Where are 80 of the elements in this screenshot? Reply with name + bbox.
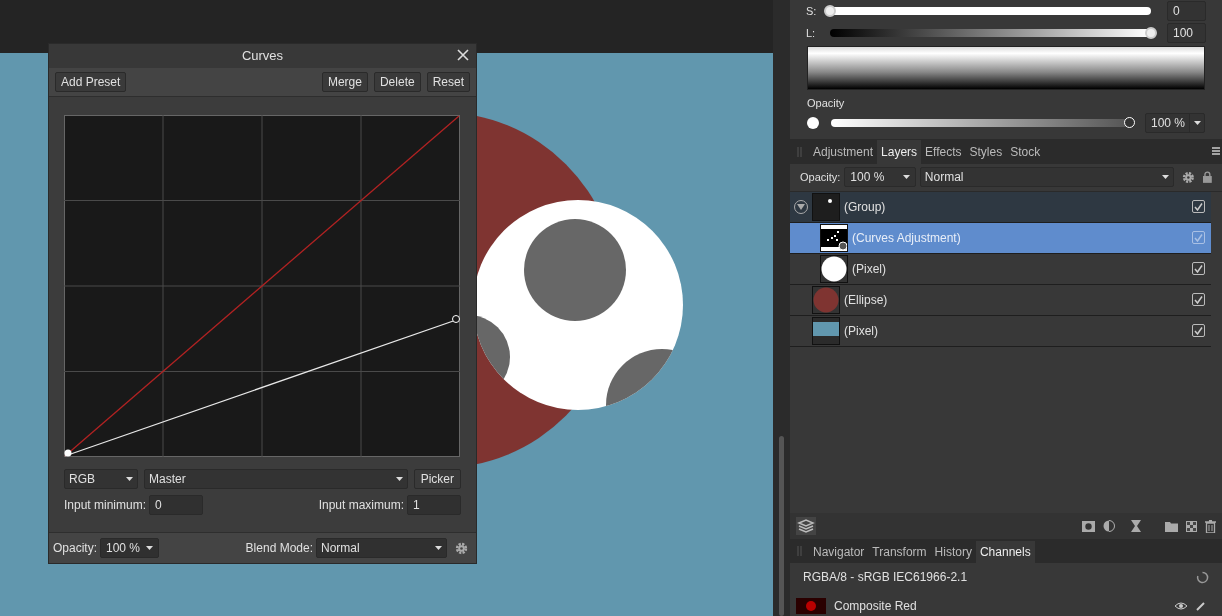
channel-dropdown[interactable]: Master <box>144 469 408 489</box>
layer-row[interactable]: (Group) <box>790 191 1211 223</box>
layer-name: (Pixel) <box>844 322 879 340</box>
input-minimum-label: Input minimum: <box>64 497 147 514</box>
channel-thumbnail <box>796 598 826 614</box>
layer-name: (Pixel) <box>852 260 887 278</box>
panel-tab[interactable]: Transform <box>868 541 931 563</box>
visibility-checkbox[interactable] <box>1192 231 1205 244</box>
visibility-checkbox[interactable] <box>1192 324 1205 337</box>
slider-label: L: <box>806 25 817 41</box>
visibility-checkbox[interactable] <box>1192 262 1205 275</box>
menu-icon[interactable] <box>1212 146 1220 155</box>
value-field[interactable]: 100 <box>1167 23 1206 43</box>
caret-icon <box>146 546 153 550</box>
layer-name: (Curves Adjustment) <box>852 229 962 247</box>
settings-icon[interactable] <box>455 541 468 555</box>
value-field[interactable]: 0 <box>1167 1 1206 21</box>
channel-mode-dropdown[interactable]: RGB <box>64 469 138 489</box>
panel-tab[interactable]: Layers <box>877 139 922 164</box>
color-format-text: RGBA/8 - sRGB IEC61966-2.1 <box>803 569 968 586</box>
layer-row[interactable]: (Ellipse) <box>790 284 1211 316</box>
picker-button[interactable]: Picker <box>413 469 461 489</box>
dialog-title: Curves <box>241 47 284 66</box>
folder-icon[interactable] <box>1165 520 1178 532</box>
panel-tab[interactable]: Navigator <box>809 541 869 563</box>
input-maximum-field[interactable]: 1 <box>407 495 461 515</box>
opacity-label: Opacity <box>807 96 846 111</box>
trash-icon[interactable] <box>1205 519 1216 533</box>
caret-icon <box>435 546 442 550</box>
layer-name: (Ellipse) <box>844 291 889 309</box>
caret-icon <box>902 175 910 179</box>
caret-icon <box>1193 120 1201 125</box>
opacity-dropdown[interactable]: 100 % <box>1145 112 1205 133</box>
blend-mode-label: Blend Mode: <box>245 540 313 557</box>
slider-label: S: <box>806 3 818 19</box>
panel-tab[interactable]: History <box>930 541 976 563</box>
half-circle-icon[interactable] <box>1103 520 1115 532</box>
toolbar-button[interactable]: Reset <box>426 72 470 92</box>
panel-tab[interactable]: Effects <box>921 139 966 164</box>
layer-row[interactable]: (Pixel) <box>790 315 1211 347</box>
opacity-label: Opacity: <box>53 540 97 557</box>
color-swatch[interactable] <box>807 116 819 129</box>
panel-tab[interactable]: Stock <box>1006 139 1045 164</box>
blend-mode-dropdown[interactable]: Normal <box>919 167 1174 187</box>
visibility-checkbox[interactable] <box>1192 200 1205 213</box>
opacity-label: Opacity: <box>800 169 841 185</box>
opacity-dropdown[interactable]: 100 % <box>844 167 916 187</box>
eye-icon[interactable] <box>1174 602 1188 610</box>
panel-tab[interactable]: Channels <box>975 541 1035 563</box>
caret-icon <box>126 477 133 481</box>
layer-thumbnail <box>820 223 848 252</box>
panel-tab[interactable]: Adjustment <box>809 139 878 164</box>
channel-name: Composite Red <box>834 598 918 615</box>
close-button[interactable] <box>456 48 470 62</box>
hourglass-icon[interactable] <box>1131 520 1141 532</box>
layers-stack-icon[interactable] <box>796 517 816 535</box>
caret-icon <box>395 477 403 481</box>
triangle-icon <box>797 203 805 210</box>
input-maximum-label: Input maximum: <box>318 497 404 514</box>
toolbar-button[interactable]: Delete <box>373 72 421 92</box>
pencil-icon[interactable] <box>1196 601 1206 611</box>
opacity-dropdown[interactable]: 100 % <box>100 538 159 558</box>
mask-icon[interactable] <box>1082 520 1095 532</box>
blend-mode-dropdown[interactable]: Normal <box>316 538 447 558</box>
refresh-icon[interactable] <box>1196 570 1209 584</box>
lock-icon[interactable] <box>1203 171 1212 183</box>
settings-icon[interactable] <box>1181 170 1195 184</box>
visibility-checkbox[interactable] <box>1192 293 1205 306</box>
layer-row[interactable]: (Pixel) <box>790 253 1211 285</box>
panel-tab[interactable]: Styles <box>965 139 1007 164</box>
layer-thumbnail <box>812 285 840 314</box>
layer-thumbnail <box>812 316 840 345</box>
input-minimum-field[interactable]: 0 <box>149 495 204 515</box>
add-preset-button[interactable]: Add Preset <box>55 72 127 92</box>
caret-icon <box>1161 175 1169 179</box>
checkerboard-icon[interactable] <box>1186 520 1197 532</box>
layer-thumbnail <box>820 254 848 283</box>
toolbar-button[interactable]: Merge <box>321 72 368 92</box>
layer-name: (Group) <box>844 198 887 216</box>
close-icon <box>456 48 470 62</box>
